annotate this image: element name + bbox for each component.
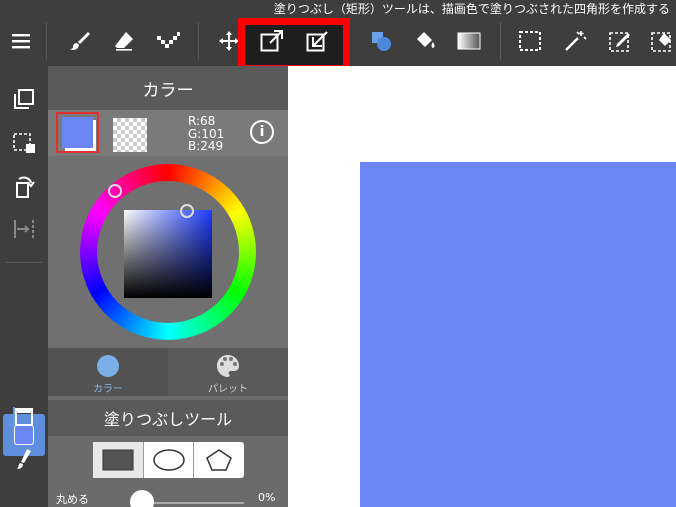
color-wheel-area <box>48 156 288 348</box>
shape-selector-row <box>48 436 288 482</box>
color-tabs: カラー パレット <box>48 348 288 396</box>
fill-tool-title: 塗りつぶしツール <box>48 400 288 436</box>
rotate-icon <box>16 176 35 198</box>
shape-rectangle-button[interactable] <box>93 442 144 478</box>
shape-ellipse-button[interactable] <box>144 442 195 478</box>
gradient-icon <box>457 32 481 50</box>
dot-pen-icon <box>157 32 180 48</box>
shapes-icon <box>372 32 391 51</box>
brush-icon <box>17 449 31 469</box>
saturation-value-handle[interactable] <box>180 204 194 218</box>
transform-shrink-button[interactable] <box>301 24 335 58</box>
tab-color[interactable]: カラー <box>48 348 168 396</box>
shape-polygon-button[interactable] <box>194 442 244 478</box>
selection-pen-tool-button[interactable] <box>603 24 637 58</box>
brush-panel-button[interactable] <box>7 400 41 434</box>
palette-icon <box>217 355 239 377</box>
round-slider-knob[interactable] <box>130 490 154 507</box>
shape-fill-tool-button[interactable] <box>364 24 398 58</box>
info-button[interactable]: i <box>250 120 274 144</box>
magic-wand-tool-button[interactable] <box>558 24 592 58</box>
status-text: 塗りつぶし（矩形）ツールは、描画色で塗りつぶされた四角形を作成する <box>273 2 670 16</box>
shape-selector <box>93 442 244 478</box>
ruler-button[interactable] <box>7 212 41 246</box>
rectangle-icon <box>102 449 134 471</box>
pentagon-icon <box>206 449 233 471</box>
filled-rectangle <box>360 162 676 507</box>
rail-divider <box>6 262 42 263</box>
brush-icon <box>70 32 90 50</box>
paint-bucket-icon <box>417 32 435 48</box>
layers-icon <box>14 89 34 109</box>
menu-button[interactable] <box>4 24 38 58</box>
round-label: 丸める <box>56 493 89 506</box>
selection-eraser-tool-button[interactable] <box>645 24 676 58</box>
tab-palette[interactable]: パレット <box>168 348 288 396</box>
menu-icon <box>12 34 30 49</box>
color-panel-title: カラー <box>48 66 288 110</box>
rgb-readout: R:68 G:101 B:249 <box>188 115 224 153</box>
selection-clear-icon <box>13 133 35 153</box>
drawing-canvas[interactable] <box>288 66 676 507</box>
swatch-row: R:68 G:101 B:249 i <box>48 110 288 156</box>
saturation-value-square[interactable] <box>124 210 212 298</box>
shrink-in-icon <box>306 31 328 52</box>
dot-pen-tool-button[interactable] <box>151 24 185 58</box>
top-toolbar: 塗りつぶし（矩形）ツールは、描画色で塗りつぶされた四角形を作成する <box>0 0 676 72</box>
brush-settings-button[interactable] <box>7 442 41 476</box>
magic-wand-icon <box>565 31 587 51</box>
eraser-icon <box>115 32 133 51</box>
snap-ruler-icon <box>14 220 34 238</box>
gradient-tool-button[interactable] <box>452 24 486 58</box>
color-panel: カラー R:68 G:101 B:249 i カラー パレット 塗りつぶしツール <box>48 66 288 507</box>
brush-tool-button[interactable] <box>63 24 97 58</box>
main-color-swatch <box>62 117 93 148</box>
round-slider-track[interactable] <box>144 502 244 504</box>
bucket-fill-tool-button[interactable] <box>408 24 442 58</box>
transform-expand-button[interactable] <box>255 24 289 58</box>
selection-eraser-icon <box>651 32 671 52</box>
color-circle-icon <box>97 355 119 377</box>
marquee-icon <box>519 31 541 51</box>
round-value: 0% <box>258 491 276 504</box>
layer-button[interactable] <box>7 82 41 116</box>
selection-layer-button[interactable] <box>7 126 41 160</box>
round-corner-row: 丸める 0% <box>48 482 288 507</box>
ellipse-icon <box>152 449 185 471</box>
hue-handle[interactable] <box>108 184 122 198</box>
selection-pen-icon <box>609 32 630 52</box>
selection-tool-button[interactable] <box>513 24 547 58</box>
tab-color-label: カラー <box>93 384 123 395</box>
sub-color-swatch[interactable] <box>113 118 147 152</box>
toolbar-divider <box>46 22 47 60</box>
main-color-selector[interactable] <box>56 112 99 153</box>
red-value: R:68 <box>188 114 216 128</box>
blue-value: B:249 <box>188 139 224 153</box>
rotate-button[interactable] <box>7 170 41 204</box>
toolbar-divider <box>500 22 501 60</box>
panel-icon <box>13 407 33 427</box>
left-rail <box>0 66 48 507</box>
tab-palette-label: パレット <box>208 384 248 395</box>
eraser-tool-button[interactable] <box>107 24 141 58</box>
toolbar-divider <box>198 22 199 60</box>
expand-out-icon <box>260 30 283 52</box>
